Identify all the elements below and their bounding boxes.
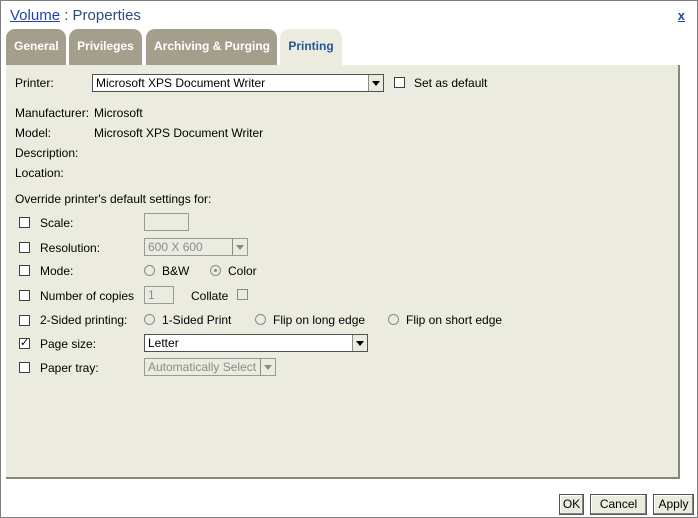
two-sided-label: 2-Sided printing: — [40, 313, 128, 327]
cancel-button[interactable]: Cancel — [590, 494, 647, 515]
paper-tray-checkbox[interactable] — [19, 362, 30, 373]
page-size-label: Page size: — [40, 337, 97, 351]
scale-checkbox[interactable] — [19, 217, 30, 228]
title-suffix: : Properties — [60, 7, 141, 24]
flip-short-edge-radio[interactable] — [388, 314, 399, 325]
printer-select[interactable]: Microsoft XPS Document Writer — [92, 74, 384, 92]
mode-checkbox[interactable] — [19, 265, 30, 276]
collate-checkbox[interactable] — [237, 289, 248, 300]
scale-input[interactable] — [144, 213, 189, 231]
copies-label: Number of copies — [40, 289, 135, 303]
one-sided-radio[interactable] — [144, 314, 155, 325]
resolution-select[interactable]: 600 X 600 — [144, 238, 248, 256]
set-default-label: Set as default — [414, 76, 488, 90]
manufacturer-label: Manufacturer: — [15, 106, 90, 120]
chevron-down-icon — [232, 239, 247, 255]
properties-dialog: Volume : Properties x General Privileges… — [0, 0, 698, 518]
mode-bw-radio[interactable] — [144, 265, 155, 276]
chevron-down-icon — [368, 75, 383, 91]
description-label: Description: — [15, 146, 79, 160]
flip-long-edge-label: Flip on long edge — [273, 313, 366, 327]
model-value: Microsoft XPS Document Writer — [94, 126, 264, 140]
page-size-checkbox[interactable] — [19, 336, 30, 350]
paper-tray-select[interactable]: Automatically Select — [144, 358, 276, 376]
resolution-checkbox[interactable] — [19, 242, 30, 253]
flip-long-edge-radio[interactable] — [255, 314, 266, 325]
override-heading: Override printer's default settings for: — [15, 192, 212, 206]
scale-label: Scale: — [40, 216, 74, 230]
mode-color-radio[interactable] — [210, 265, 221, 276]
collate-label: Collate — [191, 289, 229, 303]
close-button[interactable]: x — [678, 8, 685, 23]
tab-general[interactable]: General — [6, 29, 66, 65]
mode-label: Mode: — [40, 264, 74, 278]
paper-tray-select-value: Automatically Select — [148, 360, 257, 374]
page-size-select-value: Letter — [148, 336, 179, 350]
resolution-label: Resolution: — [40, 241, 101, 255]
dialog-title: Volume : Properties — [10, 7, 141, 24]
one-sided-label: 1-Sided Print — [162, 313, 232, 327]
set-default-checkbox[interactable] — [394, 77, 405, 88]
mode-bw-label: B&W — [162, 264, 190, 278]
page-size-select[interactable]: Letter — [144, 334, 368, 352]
chevron-down-icon — [352, 335, 367, 351]
apply-button[interactable]: Apply — [653, 494, 694, 515]
printer-select-value: Microsoft XPS Document Writer — [96, 76, 266, 90]
tab-privileges[interactable]: Privileges — [69, 29, 142, 65]
mode-color-label: Color — [228, 264, 257, 278]
copies-input[interactable]: 1 — [144, 286, 174, 304]
chevron-down-icon — [260, 359, 275, 375]
tab-printing[interactable]: Printing — [280, 29, 342, 67]
resolution-select-value: 600 X 600 — [148, 240, 203, 254]
model-label: Model: — [15, 126, 52, 140]
volume-link[interactable]: Volume — [10, 7, 60, 24]
flip-short-edge-label: Flip on short edge — [406, 313, 503, 327]
printer-label: Printer: — [15, 76, 54, 90]
paper-tray-label: Paper tray: — [40, 361, 99, 375]
ok-button[interactable]: OK — [559, 494, 584, 515]
copies-checkbox[interactable] — [19, 290, 30, 301]
tab-archiving-purging[interactable]: Archiving & Purging — [146, 29, 277, 65]
two-sided-checkbox[interactable] — [19, 315, 30, 326]
manufacturer-value: Microsoft — [94, 106, 143, 120]
location-label: Location: — [15, 166, 64, 180]
